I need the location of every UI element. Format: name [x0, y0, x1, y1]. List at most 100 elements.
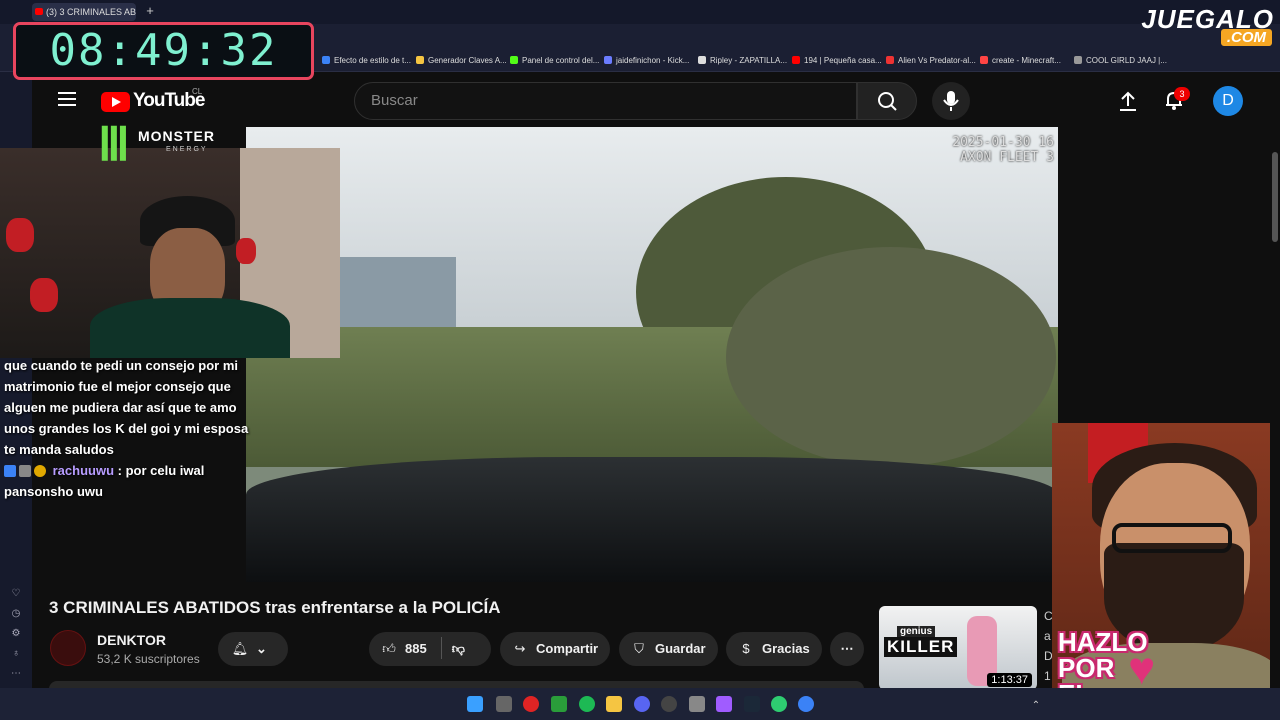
streamer-webcam: [0, 148, 340, 358]
bookmark-item[interactable]: create - Minecraft...: [980, 54, 1061, 68]
like-button[interactable]: 👍︎ 885 👎︎: [369, 632, 491, 666]
save-button[interactable]: ⛉ Guardar: [619, 632, 718, 666]
thumbs-down-icon[interactable]: 👎︎: [452, 641, 465, 656]
chevron-down-icon: ⌄: [256, 641, 267, 656]
screen: (3) 3 CRIMINALES ABATIDOS + ⌕ ⇪ ◉ ⬡ ▷ ♡ …: [0, 0, 1280, 720]
watermark-line2: .COM: [1220, 29, 1272, 46]
chat-badge-icon: [34, 465, 46, 477]
chat-badge-icon: [4, 465, 16, 477]
xbox-icon[interactable]: [551, 696, 567, 712]
search-icon: [878, 92, 897, 111]
thanks-icon: $: [742, 641, 750, 656]
save-label: Guardar: [655, 641, 706, 656]
app-icon[interactable]: [716, 696, 732, 712]
more-actions-button[interactable]: ⋯: [830, 632, 864, 666]
tab-title: (3) 3 CRIMINALES ABATIDOS: [46, 7, 136, 17]
thanks-button[interactable]: $ Gracias: [726, 632, 822, 666]
bulb-icon[interactable]: ♁: [10, 648, 22, 659]
microphone-icon: [943, 91, 959, 111]
voice-search-button[interactable]: [932, 82, 970, 120]
sponsor-subtitle: ENERGY: [166, 146, 208, 153]
thumb-text-small: genius: [897, 626, 936, 637]
webcam-shirt: [90, 298, 290, 358]
menu-icon[interactable]: [58, 92, 76, 106]
monster-energy-logo: Ⅲ MONSTER ENERGY: [98, 116, 248, 178]
chat-badge-icon: [19, 465, 31, 477]
webcam-plush: [30, 278, 58, 312]
chevron-up-icon[interactable]: ⌃: [1030, 700, 1042, 712]
overlay-clock: 08:49:32: [13, 22, 314, 80]
folder-icon[interactable]: [606, 696, 622, 712]
opera-icon[interactable]: [523, 696, 539, 712]
thumbs-up-icon: 👍︎: [382, 641, 396, 656]
share-icon: ↪: [514, 641, 526, 656]
sponsor-name: MONSTER: [138, 128, 215, 144]
search-button[interactable]: [857, 82, 917, 120]
app-icon[interactable]: [689, 696, 705, 712]
webcam-plush: [236, 238, 256, 264]
video-title: 3 CRIMINALES ABATIDOS tras enfrentarse a…: [49, 598, 501, 617]
notification-badge: 3: [1174, 87, 1190, 101]
bell-icon: 🔔︎: [231, 641, 249, 656]
spotify-icon[interactable]: [579, 696, 595, 712]
bookmark-item[interactable]: Ripley - ZAPATILLA...: [698, 54, 787, 68]
stream-chat: que cuando te pedi un consejo por mi mat…: [0, 355, 250, 505]
chat-message: que cuando te pedi un consejo por mi mat…: [4, 358, 249, 457]
heart-icon[interactable]: ♡: [10, 588, 22, 599]
country-code: CL: [192, 87, 203, 96]
bookmark-item[interactable]: jaidefinichon - Kick...: [604, 54, 689, 68]
youtube-logo-icon[interactable]: [101, 92, 130, 112]
channel-avatar[interactable]: [50, 630, 86, 666]
more-icon[interactable]: ⋯: [10, 668, 22, 679]
chat-message: rachuuwu : por celu iwal pansonsho uwu: [4, 460, 250, 502]
settings-icon[interactable]: ⚙: [10, 628, 22, 639]
thumb-text-large: KILLER: [884, 637, 958, 657]
video-hedge: [726, 247, 1056, 467]
obs-icon[interactable]: [661, 696, 677, 712]
page-scrollbar[interactable]: [1270, 72, 1280, 688]
search-input[interactable]: Buscar: [354, 82, 857, 120]
chat-username: rachuuwu: [52, 463, 115, 478]
upload-button[interactable]: [1116, 90, 1140, 112]
app-icon[interactable]: [771, 696, 787, 712]
app-icon[interactable]: [798, 696, 814, 712]
dashcam-label: AXON FLEET 3: [960, 150, 1054, 165]
juegalo-watermark: JUEGALO .COM: [1112, 2, 1280, 50]
like-divider: [440, 637, 442, 659]
discord-icon[interactable]: [634, 696, 650, 712]
monster-claw-icon: Ⅲ: [98, 118, 130, 170]
video-player[interactable]: 2025-01-30 16 AXON FLEET 3: [246, 127, 1058, 582]
start-icon[interactable]: [467, 696, 483, 712]
browser-tab-bar: (3) 3 CRIMINALES ABATIDOS +: [0, 0, 1280, 24]
streamer-avatar-overlay: HAZLO POR EL ♥: [1052, 423, 1280, 720]
webcam-plush: [6, 218, 34, 252]
thanks-label: Gracias: [762, 641, 810, 656]
dashcam-timestamp: 2025-01-30 16: [952, 135, 1054, 150]
upload-icon: [1120, 91, 1136, 111]
bookmark-item[interactable]: Efecto de estilo de t...: [322, 54, 411, 68]
bookmark-item[interactable]: Panel de control del...: [510, 54, 599, 68]
account-avatar[interactable]: D: [1213, 86, 1243, 116]
recommended-video-thumbnail[interactable]: genius KILLER 1:13:37: [879, 606, 1037, 690]
share-button[interactable]: ↪ Compartir: [500, 632, 610, 666]
task-view-icon[interactable]: [496, 696, 512, 712]
subscription-bell-button[interactable]: 🔔︎ ⌄: [218, 632, 288, 666]
video-duration: 1:13:37: [987, 673, 1032, 687]
steam-icon[interactable]: [744, 696, 760, 712]
channel-name[interactable]: DENKTOR: [97, 632, 166, 648]
scrollbar-thumb[interactable]: [1272, 152, 1278, 242]
video-house: [336, 257, 456, 327]
video-car-hood: [246, 457, 1058, 582]
like-count: 885: [405, 641, 427, 656]
clock-icon[interactable]: ◷: [10, 608, 22, 619]
bookmark-item[interactable]: 194 | Pequeña casa...: [792, 54, 882, 68]
subscriber-count: 53,2 K suscriptores: [97, 652, 200, 666]
browser-tab[interactable]: (3) 3 CRIMINALES ABATIDOS: [32, 3, 136, 21]
new-tab-button[interactable]: +: [142, 3, 158, 19]
bookmark-item[interactable]: Alien Vs Predator-al...: [886, 54, 976, 68]
avatar-glasses: [1112, 523, 1232, 553]
bookmark-icon: ⛉: [634, 641, 644, 656]
bookmark-item[interactable]: COOL GIRLD JAAJ |...: [1074, 54, 1167, 68]
bookmark-item[interactable]: Generador Claves A...: [416, 54, 507, 68]
youtube-favicon-icon: [35, 8, 43, 15]
